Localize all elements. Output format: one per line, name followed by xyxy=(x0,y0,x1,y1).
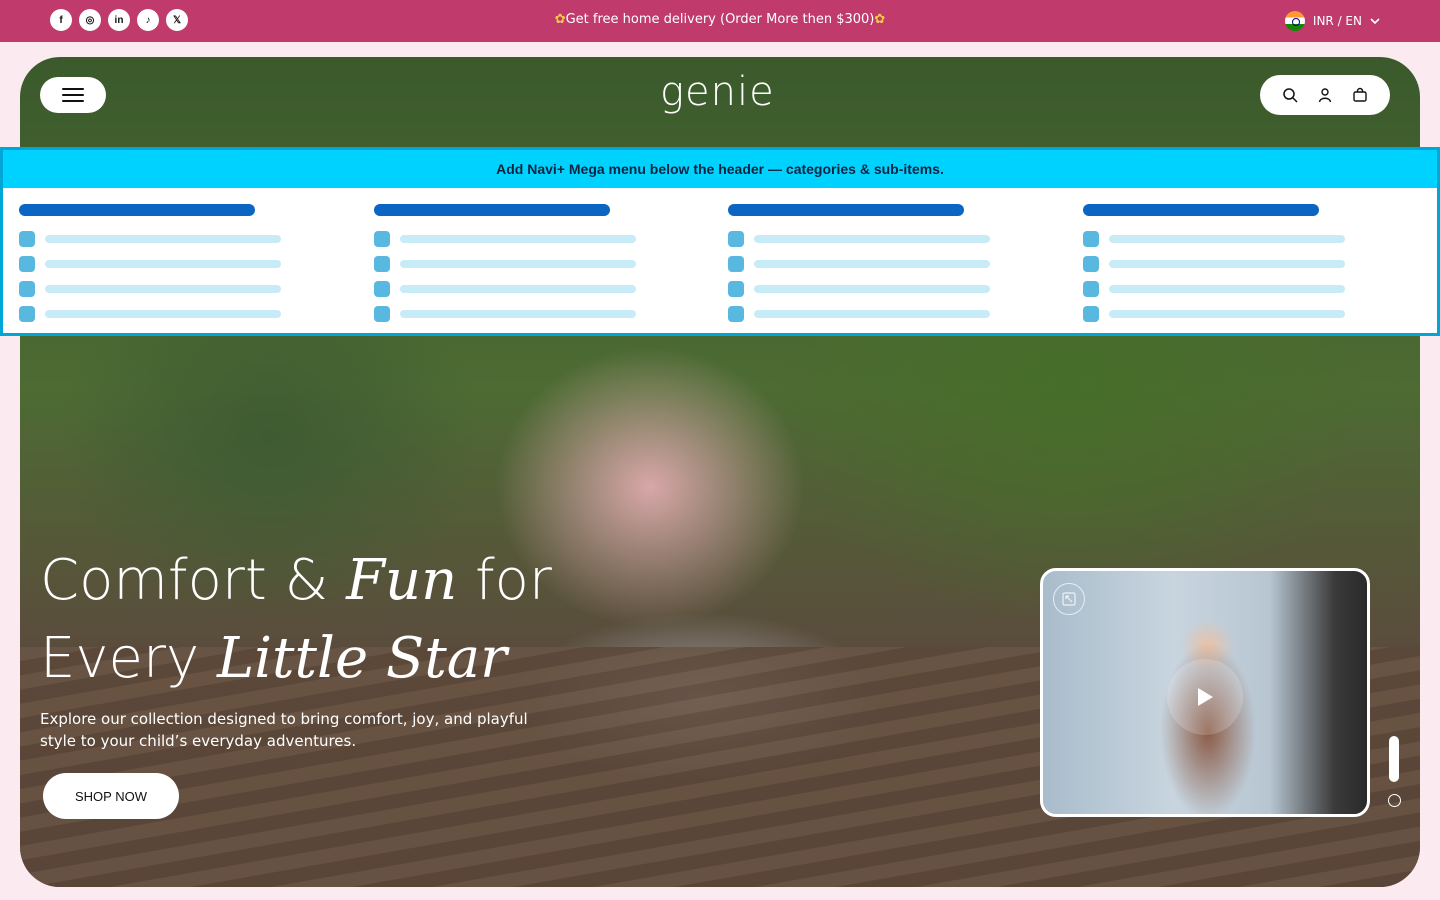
pagination-dot[interactable] xyxy=(1388,794,1401,807)
category-placeholder xyxy=(728,204,964,216)
mega-menu-column xyxy=(728,204,1083,326)
header-actions xyxy=(1260,75,1390,115)
bag-icon[interactable] xyxy=(1351,86,1369,104)
india-flag-icon xyxy=(1284,11,1305,31)
headline-text: Comfort & xyxy=(40,548,347,613)
mega-menu-column xyxy=(19,204,374,326)
category-placeholder xyxy=(19,204,255,216)
sub-item-placeholder xyxy=(1082,251,1438,276)
sub-item-placeholder xyxy=(728,251,1083,276)
sub-item-placeholder xyxy=(728,276,1083,301)
sub-item-placeholder xyxy=(19,301,374,326)
user-icon[interactable] xyxy=(1316,86,1334,104)
play-button[interactable] xyxy=(1167,659,1243,735)
play-icon xyxy=(1198,688,1213,706)
sub-item-placeholder xyxy=(373,276,729,301)
mega-menu-column xyxy=(373,204,729,326)
hero-subtext: Explore our collection designed to bring… xyxy=(40,710,528,750)
sub-item-placeholder xyxy=(373,226,729,251)
sub-item-placeholder xyxy=(19,251,374,276)
slide-pagination xyxy=(1388,736,1401,807)
sub-item-placeholder xyxy=(373,301,729,326)
promo-message: ✿Get free home delivery (Order More then… xyxy=(0,12,1440,27)
category-placeholder xyxy=(1082,204,1319,216)
promo-text: Get free home delivery (Order More then … xyxy=(565,12,875,27)
sub-item-placeholder xyxy=(1082,301,1438,326)
flower-icon: ✿ xyxy=(554,12,566,27)
pagination-active-dot[interactable] xyxy=(1389,736,1399,782)
headline-emphasis: Little Star xyxy=(216,626,507,691)
hamburger-icon xyxy=(62,88,84,90)
sub-item-placeholder xyxy=(728,301,1083,326)
site-logo[interactable]: genie xyxy=(660,69,775,115)
locale-selector[interactable]: INR / EN xyxy=(1284,11,1380,31)
sub-item-placeholder xyxy=(728,226,1083,251)
locale-label: INR / EN xyxy=(1312,14,1362,28)
hero-headline: Comfort & Fun for Every Little Star xyxy=(40,542,552,698)
flower-icon: ✿ xyxy=(874,12,886,27)
expand-icon[interactable] xyxy=(1053,583,1085,615)
hamburger-icon xyxy=(62,100,84,102)
sub-item-placeholder xyxy=(373,251,729,276)
shop-now-button[interactable]: SHOP NOW xyxy=(43,773,179,819)
mega-menu-placeholder: Add Navi+ Mega menu below the header — c… xyxy=(0,147,1440,336)
hamburger-icon xyxy=(62,94,84,96)
headline-emphasis: Fun xyxy=(346,548,458,613)
search-icon[interactable] xyxy=(1281,86,1299,104)
headline-text: for xyxy=(457,548,552,613)
sub-item-placeholder xyxy=(19,226,374,251)
chevron-down-icon xyxy=(1370,18,1380,25)
sub-item-placeholder xyxy=(19,276,374,301)
video-card[interactable] xyxy=(1040,568,1370,817)
category-placeholder xyxy=(373,204,610,216)
announcement-bar: f ◎ in ♪ 𝕏 ✿Get free home delivery (Orde… xyxy=(0,0,1440,42)
mega-menu-title: Add Navi+ Mega menu below the header — c… xyxy=(3,150,1437,188)
menu-button[interactable] xyxy=(40,77,106,113)
sub-item-placeholder xyxy=(1082,276,1438,301)
mega-menu-column xyxy=(1082,204,1438,326)
headline-text: Every xyxy=(40,626,217,691)
sub-item-placeholder xyxy=(1082,226,1438,251)
